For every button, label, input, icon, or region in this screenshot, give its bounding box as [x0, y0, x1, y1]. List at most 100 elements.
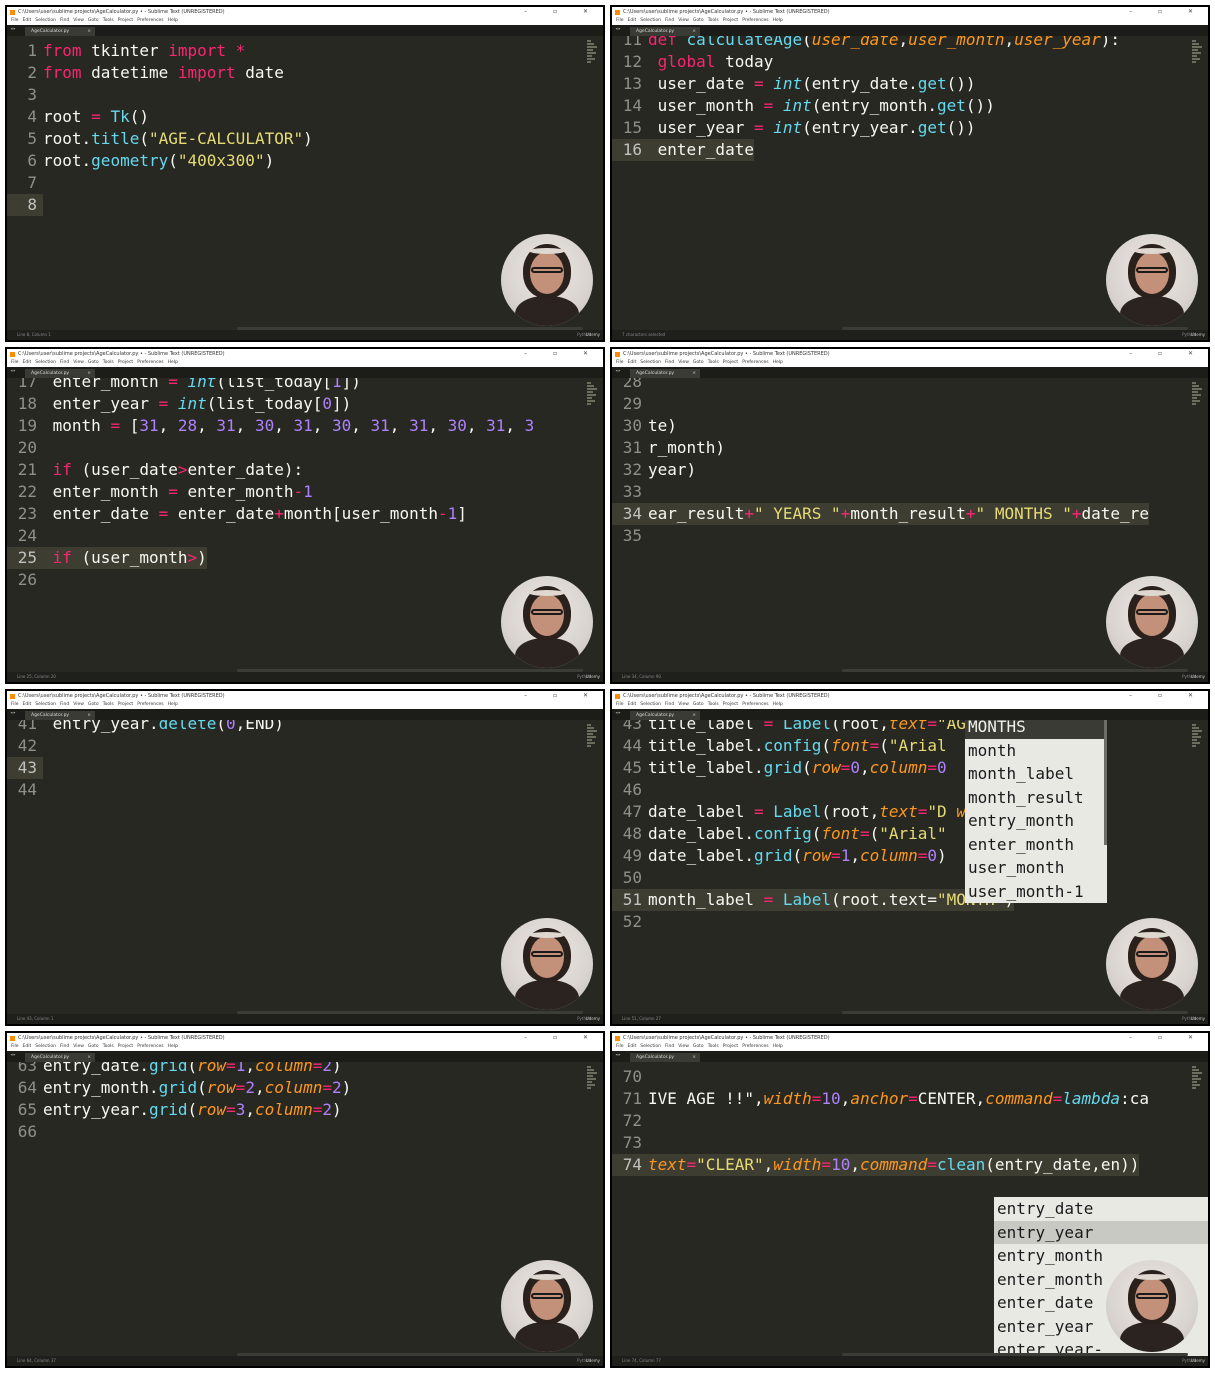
tab-agecalculator[interactable]: AgeCalculator.py ×: [25, 369, 95, 378]
autocomplete-item[interactable]: MONTHS: [965, 720, 1107, 739]
menu-item-find[interactable]: Find: [665, 360, 674, 365]
menu-item-project[interactable]: Project: [118, 360, 133, 365]
menu-item-view[interactable]: View: [678, 702, 689, 707]
autocomplete-item[interactable]: month: [965, 739, 1107, 763]
minimap[interactable]: [587, 724, 597, 750]
menu-item-help[interactable]: Help: [773, 18, 783, 23]
close-icon[interactable]: ×: [692, 1053, 696, 1062]
menu-item-project[interactable]: Project: [723, 360, 738, 365]
menu-item-edit[interactable]: Edit: [23, 360, 32, 365]
menu-item-view[interactable]: View: [73, 1044, 84, 1049]
menu-item-selection[interactable]: Selection: [35, 702, 56, 707]
menu-item-tools[interactable]: Tools: [708, 1044, 719, 1049]
menu-item-edit[interactable]: Edit: [628, 360, 637, 365]
tab-agecalculator[interactable]: AgeCalculator.py ×: [25, 711, 95, 720]
menu-item-edit[interactable]: Edit: [628, 1044, 637, 1049]
close-icon[interactable]: ×: [692, 711, 696, 720]
menu-item-file[interactable]: File: [11, 18, 19, 23]
menu-item-project[interactable]: Project: [723, 1044, 738, 1049]
menu-item-project[interactable]: Project: [118, 702, 133, 707]
menu-item-file[interactable]: File: [11, 702, 19, 707]
menu-item-tools[interactable]: Tools: [708, 360, 719, 365]
menu-item-edit[interactable]: Edit: [23, 702, 32, 707]
autocomplete-item[interactable]: user_month: [965, 856, 1107, 880]
menu-item-preferences[interactable]: Preferences: [742, 18, 768, 23]
popup-scrollbar[interactable]: [1104, 720, 1107, 845]
window-controls[interactable]: – ▫ ✕: [524, 691, 600, 701]
window-controls[interactable]: – ▫ ✕: [1129, 349, 1205, 359]
minimap[interactable]: [587, 1066, 597, 1092]
menu-item-project[interactable]: Project: [118, 1044, 133, 1049]
minimap[interactable]: [587, 40, 597, 66]
menu-item-goto[interactable]: Goto: [693, 702, 704, 707]
menu-item-preferences[interactable]: Preferences: [137, 18, 163, 23]
menu-item-goto[interactable]: Goto: [693, 360, 704, 365]
menu-item-file[interactable]: File: [616, 702, 624, 707]
menu-item-goto[interactable]: Goto: [88, 702, 99, 707]
tab-agecalculator[interactable]: AgeCalculator.py ×: [25, 27, 95, 36]
window-controls[interactable]: – ▫ ✕: [1129, 1033, 1205, 1043]
menu-item-goto[interactable]: Goto: [88, 18, 99, 23]
autocomplete-item[interactable]: month_result: [965, 786, 1107, 810]
menu-item-project[interactable]: Project: [118, 18, 133, 23]
minimap[interactable]: [1192, 382, 1202, 408]
menu-item-selection[interactable]: Selection: [640, 18, 661, 23]
tab-scroll-arrows-icon[interactable]: ◂▸: [10, 26, 16, 32]
minimap[interactable]: [1192, 1066, 1202, 1092]
menu-item-edit[interactable]: Edit: [23, 1044, 32, 1049]
minimap[interactable]: [1192, 40, 1202, 66]
menu-item-view[interactable]: View: [678, 18, 689, 23]
menu-item-view[interactable]: View: [678, 360, 689, 365]
menu-item-tools[interactable]: Tools: [103, 702, 114, 707]
menu-item-preferences[interactable]: Preferences: [137, 1044, 163, 1049]
menu-item-selection[interactable]: Selection: [35, 360, 56, 365]
menu-item-find[interactable]: Find: [60, 18, 69, 23]
menu-item-selection[interactable]: Selection: [35, 1044, 56, 1049]
minimap[interactable]: [1192, 724, 1202, 750]
menu-item-help[interactable]: Help: [773, 1044, 783, 1049]
menu-item-preferences[interactable]: Preferences: [137, 360, 163, 365]
window-controls[interactable]: – ▫ ✕: [1129, 691, 1205, 701]
window-controls[interactable]: – ▫ ✕: [524, 7, 600, 17]
menu-item-help[interactable]: Help: [168, 360, 178, 365]
menu-item-view[interactable]: View: [73, 360, 84, 365]
menu-item-project[interactable]: Project: [723, 702, 738, 707]
tab-scroll-arrows-icon[interactable]: ◂▸: [615, 368, 621, 374]
menu-item-find[interactable]: Find: [665, 18, 674, 23]
menu-item-help[interactable]: Help: [773, 360, 783, 365]
tab-scroll-arrows-icon[interactable]: ◂▸: [615, 1052, 621, 1058]
menu-item-selection[interactable]: Selection: [640, 1044, 661, 1049]
menu-item-file[interactable]: File: [616, 18, 624, 23]
close-icon[interactable]: ×: [87, 27, 91, 36]
tab-scroll-arrows-icon[interactable]: ◂▸: [10, 1052, 16, 1058]
window-controls[interactable]: – ▫ ✕: [524, 1033, 600, 1043]
menu-item-file[interactable]: File: [616, 1044, 624, 1049]
menu-item-tools[interactable]: Tools: [708, 18, 719, 23]
menu-item-goto[interactable]: Goto: [88, 360, 99, 365]
autocomplete-item[interactable]: entry_month: [994, 1244, 1208, 1268]
autocomplete-item[interactable]: entry_date: [994, 1197, 1208, 1221]
minimap[interactable]: [587, 382, 597, 408]
menu-item-edit[interactable]: Edit: [628, 18, 637, 23]
menu-item-tools[interactable]: Tools: [103, 1044, 114, 1049]
tab-agecalculator[interactable]: AgeCalculator.py ×: [630, 711, 700, 720]
window-controls[interactable]: – ▫ ✕: [1129, 7, 1205, 17]
menu-item-find[interactable]: Find: [665, 702, 674, 707]
menu-item-view[interactable]: View: [678, 1044, 689, 1049]
tab-agecalculator[interactable]: AgeCalculator.py ×: [630, 27, 700, 36]
autocomplete-item[interactable]: entry_month: [965, 809, 1107, 833]
tab-scroll-arrows-icon[interactable]: ◂▸: [10, 368, 16, 374]
tab-agecalculator[interactable]: AgeCalculator.py ×: [25, 1053, 95, 1062]
menu-item-help[interactable]: Help: [168, 1044, 178, 1049]
menu-item-view[interactable]: View: [73, 18, 84, 23]
menu-item-preferences[interactable]: Preferences: [742, 702, 768, 707]
menu-item-find[interactable]: Find: [60, 360, 69, 365]
menu-item-project[interactable]: Project: [723, 18, 738, 23]
close-icon[interactable]: ×: [87, 1053, 91, 1062]
menu-item-view[interactable]: View: [73, 702, 84, 707]
autocomplete-popup[interactable]: MONTHS month month_label month_result entry_…: [965, 720, 1107, 903]
close-icon[interactable]: ×: [87, 369, 91, 378]
autocomplete-item[interactable]: enter_month: [965, 833, 1107, 857]
menu-item-file[interactable]: File: [11, 360, 19, 365]
close-icon[interactable]: ×: [692, 369, 696, 378]
